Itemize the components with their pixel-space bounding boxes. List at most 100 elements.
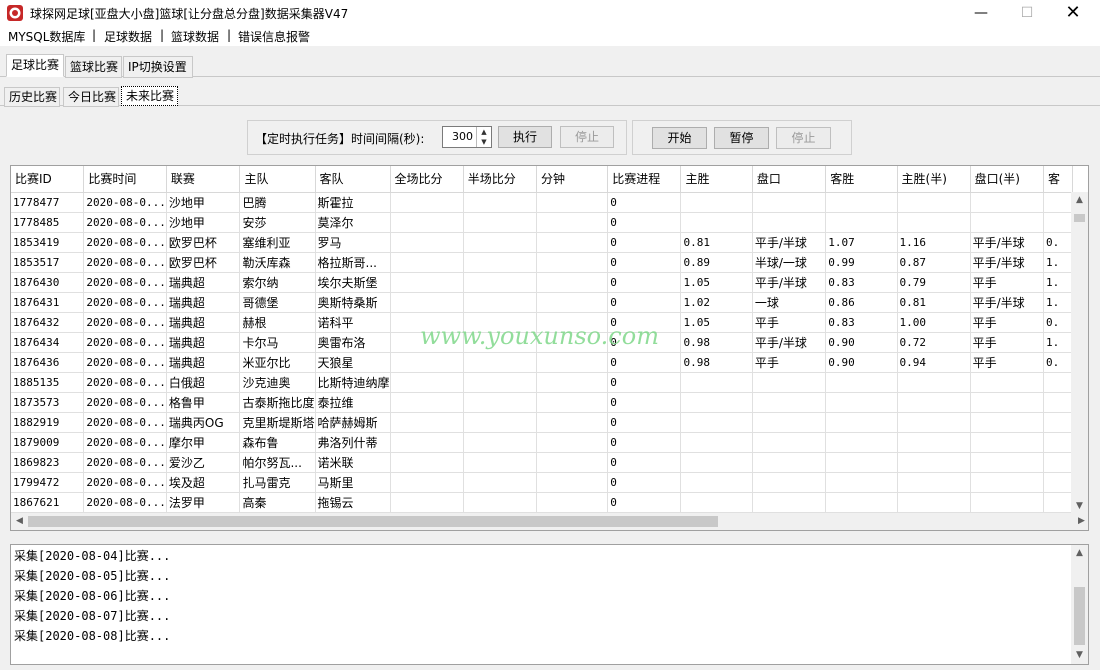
log-line: 采集[2020-08-05]比赛...: [14, 569, 171, 583]
tab-future-matches[interactable]: 未来比赛: [121, 86, 178, 106]
grid-vertical-thumb[interactable]: [1074, 214, 1085, 222]
spin-up-icon[interactable]: ▲: [477, 127, 491, 137]
table-cell: [970, 452, 1044, 473]
close-button[interactable]: ✕: [1050, 0, 1096, 26]
menu-mysql[interactable]: MYSQL数据库: [8, 28, 85, 45]
table-row[interactable]: 1778485 2020-08-0... 沙地甲 安莎 莫泽尔 0: [11, 212, 1073, 233]
table-cell: 1873573: [11, 392, 85, 413]
table-row[interactable]: 1876430 2020-08-0... 瑞典超 索尔纳 埃尔夫斯堡 0 1.05 平手/半球…: [11, 272, 1073, 293]
maximize-button[interactable]: ☐: [1004, 0, 1050, 26]
table-cell: 2020-08-0...: [83, 452, 167, 473]
table-row[interactable]: 1885135 2020-08-0... 白俄超 沙克迪奥 比斯特迪纳摩 0: [11, 372, 1073, 393]
table-cell: 平手: [970, 272, 1044, 293]
table-cell: [536, 192, 609, 213]
execute-button[interactable]: 执行: [498, 126, 552, 148]
table-cell: [536, 272, 609, 293]
stop-button[interactable]: 停止: [776, 127, 831, 149]
table-cell: 0.90: [825, 352, 898, 373]
table-cell: [1043, 372, 1073, 393]
table-cell: 罗马: [315, 232, 391, 253]
table-cell: [752, 372, 827, 393]
table-cell: [825, 412, 898, 433]
column-header[interactable]: 客胜: [825, 166, 898, 193]
table-cell: [390, 472, 464, 493]
table-cell: 1778477: [11, 192, 85, 213]
grid-horizontal-scrollbar[interactable]: ◀ ▶: [11, 513, 1088, 530]
tab-ip-settings[interactable]: IP切换设置: [123, 56, 193, 78]
spin-down-icon[interactable]: ▼: [477, 137, 491, 147]
grid-vertical-scrollbar[interactable]: ▲ ▼: [1071, 192, 1088, 515]
table-cell: 帕尔努瓦...: [239, 452, 316, 473]
table-cell: [536, 252, 609, 273]
table-cell: 勒沃库森: [239, 252, 316, 273]
table-cell: 平手/半球: [970, 252, 1044, 273]
scroll-down-icon[interactable]: ▼: [1071, 647, 1088, 664]
column-header[interactable]: 盘口: [752, 166, 827, 193]
column-header[interactable]: 主胜: [680, 166, 753, 193]
menu-error-alert[interactable]: 错误信息报警: [238, 28, 310, 45]
table-row[interactable]: 1853517 2020-08-0... 欧罗巴杯 勒沃库森 格拉斯哥... 0 0.89 半…: [11, 252, 1073, 273]
table-row[interactable]: 1867621 2020-08-0... 法罗甲 高秦 拖锡云 0: [11, 492, 1073, 513]
table-cell: 法罗甲: [166, 492, 241, 513]
scroll-right-icon[interactable]: ▶: [1073, 513, 1088, 530]
table-row[interactable]: 1869823 2020-08-0... 爱沙乙 帕尔努瓦... 诺米联 0: [11, 452, 1073, 473]
column-header[interactable]: 比赛ID: [11, 166, 85, 193]
column-header[interactable]: 主队: [239, 166, 316, 193]
table-cell: [390, 192, 464, 213]
interval-stepper[interactable]: 300 ▲ ▼: [442, 126, 492, 148]
table-row[interactable]: 1799472 2020-08-0... 埃及超 扎马雷克 马斯里 0: [11, 472, 1073, 493]
table-cell: 1.05: [680, 272, 753, 293]
menu-separator: |: [227, 28, 232, 42]
column-header[interactable]: 客队: [315, 166, 391, 193]
column-header[interactable]: 比赛进程: [607, 166, 682, 193]
tab-history-matches[interactable]: 历史比赛: [4, 87, 60, 107]
schedule-stop-button[interactable]: 停止: [560, 126, 614, 148]
column-header[interactable]: 客: [1043, 166, 1073, 193]
menu-separator: |: [92, 28, 97, 42]
table-row[interactable]: 1876436 2020-08-0... 瑞典超 米亚尔比 天狼星 0 0.98 平手 0.90…: [11, 352, 1073, 373]
table-row[interactable]: 1873573 2020-08-0... 格鲁甲 古泰斯拖比度 泰拉维 0: [11, 392, 1073, 413]
table-cell: 平手: [970, 352, 1044, 373]
tab-today-matches[interactable]: 今日比赛: [63, 87, 119, 107]
log-output[interactable]: 采集[2020-08-04]比赛... 采集[2020-08-05]比赛... …: [10, 544, 1089, 665]
table-row[interactable]: 1876431 2020-08-0... 瑞典超 哥德堡 奥斯特桑斯 0 1.02 一球 0.8…: [11, 292, 1073, 313]
column-header[interactable]: 主胜(半): [897, 166, 971, 193]
log-vertical-thumb[interactable]: [1074, 587, 1085, 645]
column-header[interactable]: 联赛: [166, 166, 241, 193]
minimize-button[interactable]: —: [958, 0, 1004, 26]
table-row[interactable]: 1778477 2020-08-0... 沙地甲 巴腾 斯霍拉 0: [11, 192, 1073, 213]
column-header[interactable]: 比赛时间: [83, 166, 167, 193]
column-header[interactable]: 分钟: [536, 166, 609, 193]
table-row[interactable]: 1853419 2020-08-0... 欧罗巴杯 塞维利亚 罗马 0 0.81 平手/半球 1…: [11, 232, 1073, 253]
column-header[interactable]: 盘口(半): [970, 166, 1044, 193]
menu-football[interactable]: 足球数据: [104, 28, 152, 45]
menu-basketball[interactable]: 篮球数据: [171, 28, 219, 45]
grid-horizontal-thumb[interactable]: [28, 516, 718, 527]
log-vertical-scrollbar[interactable]: ▲ ▼: [1071, 545, 1088, 664]
table-row[interactable]: 1882919 2020-08-0... 瑞典丙OG 克里斯堤斯塔 哈萨赫姆斯 0: [11, 412, 1073, 433]
table-cell: [680, 212, 753, 233]
table-cell: [825, 492, 898, 513]
table-cell: 1.: [1043, 272, 1073, 293]
scroll-up-icon[interactable]: ▲: [1071, 192, 1088, 209]
table-cell: 0: [607, 372, 682, 393]
table-cell: 1885135: [11, 372, 85, 393]
table-cell: 诺科平: [315, 312, 391, 333]
table-cell: 2020-08-0...: [83, 472, 167, 493]
table-cell: [825, 392, 898, 413]
pause-button[interactable]: 暂停: [714, 127, 769, 149]
stepper-arrows[interactable]: ▲ ▼: [476, 127, 491, 147]
table-row[interactable]: 1879009 2020-08-0... 摩尔甲 森布鲁 弗洛列什蒂 0: [11, 432, 1073, 453]
table-cell: [463, 492, 537, 513]
scroll-left-icon[interactable]: ◀: [11, 513, 28, 530]
scroll-up-icon[interactable]: ▲: [1071, 545, 1088, 562]
tab-basketball-matches[interactable]: 篮球比赛: [65, 56, 122, 78]
column-header[interactable]: 全场比分: [390, 166, 464, 193]
tab-football-matches[interactable]: 足球比赛: [6, 54, 64, 77]
table-cell: [463, 292, 537, 313]
table-cell: 瑞典超: [166, 292, 241, 313]
start-button[interactable]: 开始: [652, 127, 707, 149]
table-cell: 0: [607, 352, 682, 373]
table-cell: [825, 212, 898, 233]
column-header[interactable]: 半场比分: [463, 166, 537, 193]
